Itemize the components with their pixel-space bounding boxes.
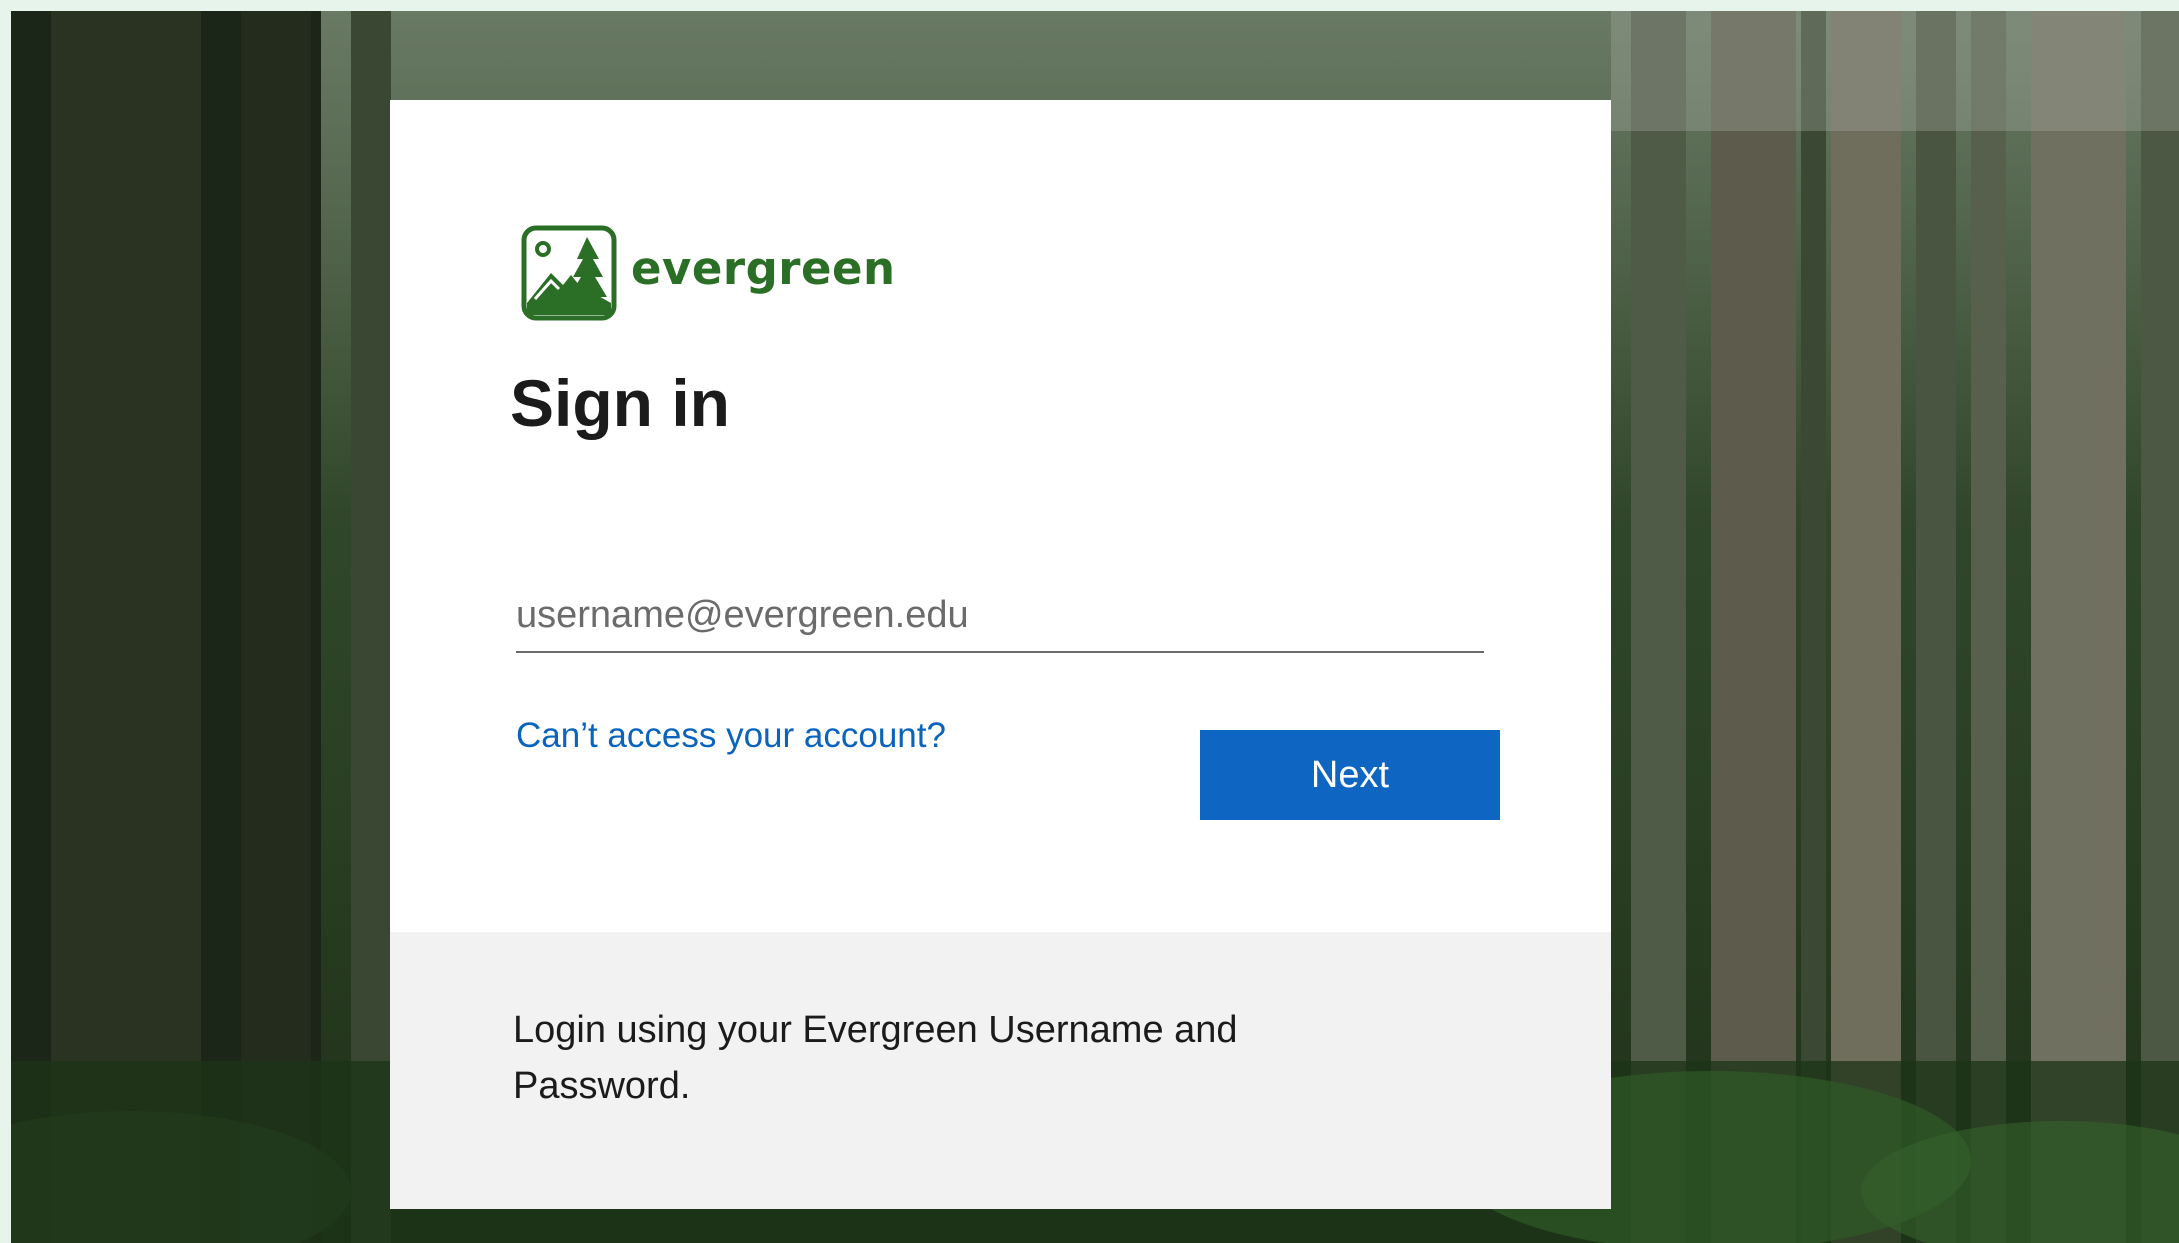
next-button[interactable]: Next — [1200, 730, 1500, 820]
info-footer: Login using your Evergreen Username and … — [390, 932, 1611, 1209]
evergreen-logo: evergreen — [521, 225, 896, 321]
page-title: Sign in — [510, 366, 730, 440]
login-instructions: Login using your Evergreen Username and … — [513, 1009, 1238, 1107]
cant-access-account-link[interactable]: Can’t access your account? — [516, 716, 946, 756]
brand-name: evergreen — [631, 241, 896, 295]
evergreen-tree-mountain-logo-icon — [521, 225, 617, 321]
sign-in-page: evergreen Sign in Can’t access your acco… — [11, 11, 2179, 1243]
sign-in-card: evergreen Sign in Can’t access your acco… — [390, 100, 1611, 1209]
username-input[interactable] — [516, 585, 1484, 653]
